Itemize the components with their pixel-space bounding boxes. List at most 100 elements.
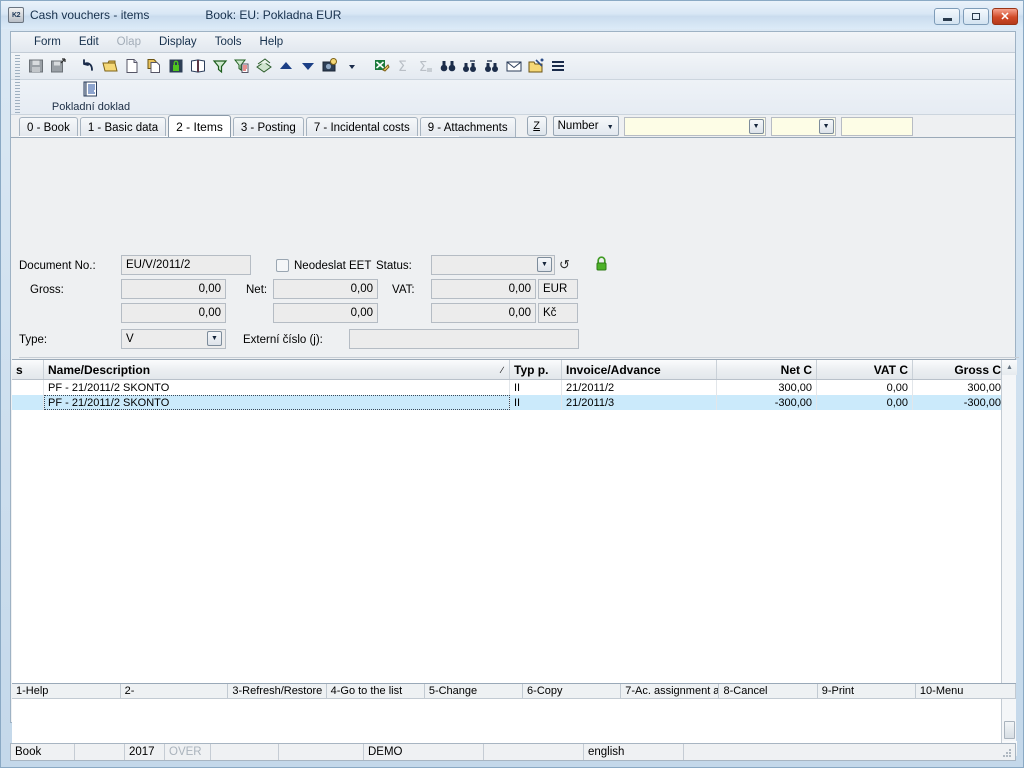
search-dropdown-button[interactable]: ▼ <box>748 119 764 134</box>
tab-incidental-costs[interactable]: 7 - Incidental costs <box>305 117 418 137</box>
tab-posting[interactable]: 3 - Posting <box>232 117 304 137</box>
excel-export-icon[interactable] <box>371 56 392 77</box>
column-header-gross-c[interactable]: Gross C <box>913 360 1006 379</box>
type-dropdown-button[interactable]: ▼ <box>207 331 222 346</box>
new-document-icon[interactable] <box>121 56 142 77</box>
function-key-bar: 1-Help 2- 3-Refresh/Restore 4-Go to the … <box>12 683 1017 699</box>
vat-label: VAT: <box>392 284 415 296</box>
chevron-up-icon: ▲ <box>1006 364 1013 371</box>
filter-document-icon[interactable] <box>231 56 252 77</box>
mode-select[interactable]: Number ▼ <box>552 116 619 136</box>
eet-checkbox[interactable] <box>276 259 289 272</box>
vat-currency-field[interactable]: 0,00 <box>431 279 536 299</box>
document-lines-icon <box>83 81 100 101</box>
table-row[interactable]: PF - 21/2011/2 SKONTO II 21/2011/2 300,0… <box>12 380 1016 395</box>
menu-item-form[interactable]: Form <box>25 34 70 50</box>
tab-items[interactable]: 2 - Items <box>168 115 231 137</box>
menu-item-tools[interactable]: Tools <box>206 34 251 50</box>
resize-grip[interactable] <box>1002 748 1012 758</box>
open-folder-icon[interactable] <box>99 56 120 77</box>
filter-dropdown-button[interactable]: ▼ <box>818 119 834 134</box>
menu-item-edit[interactable]: Edit <box>70 34 108 50</box>
gross-currency-field[interactable]: 0,00 <box>121 279 226 299</box>
fkey-1-help[interactable]: 1-Help <box>12 684 121 698</box>
column-header-s[interactable]: s <box>12 360 44 379</box>
tab-book[interactable]: 0 - Book <box>19 117 78 137</box>
column-header-invoice-advance[interactable]: Invoice/Advance <box>562 360 717 379</box>
arrow-up-icon[interactable] <box>275 56 296 77</box>
search-input[interactable]: ▼ <box>623 117 766 136</box>
binoculars-next-icon[interactable] <box>459 56 480 77</box>
maximize-button[interactable] <box>963 8 989 25</box>
maximize-icon <box>972 13 980 20</box>
cell-vat-c: 0,00 <box>817 380 913 395</box>
external-no-field[interactable] <box>349 329 579 349</box>
local-code-field[interactable]: Kč <box>538 303 578 323</box>
menu-item-help[interactable]: Help <box>251 34 293 50</box>
vat-local-field[interactable]: 0,00 <box>431 303 536 323</box>
filter-icon[interactable] <box>209 56 230 77</box>
binoculars-prev-icon[interactable] <box>481 56 502 77</box>
menu-item-display[interactable]: Display <box>150 34 206 50</box>
scroll-up-button[interactable]: ▲ <box>1002 360 1017 375</box>
fkey-8-cancel[interactable]: 8-Cancel <box>719 684 818 698</box>
extra-input[interactable] <box>840 117 913 136</box>
minimize-button[interactable] <box>934 8 960 25</box>
pokladni-doklad-button[interactable]: Pokladní doklad <box>25 80 157 113</box>
book-icon[interactable] <box>187 56 208 77</box>
mail-icon[interactable] <box>503 56 524 77</box>
save-icon[interactable] <box>25 56 46 77</box>
cell-net-c: -300,00 <box>717 395 817 410</box>
close-button[interactable]: ✕ <box>992 8 1018 25</box>
copy-document-icon[interactable] <box>143 56 164 77</box>
status-language: english <box>584 744 684 760</box>
filter-input[interactable]: ▼ <box>770 117 836 136</box>
eet-checkbox-label: Neodeslat EET <box>294 260 372 272</box>
external-no-label: Externí číslo (j): <box>243 334 323 346</box>
history-icon[interactable]: ↺ <box>559 257 570 273</box>
column-header-vat-c[interactable]: VAT C <box>817 360 913 379</box>
cell-gross-c: -300,00 <box>913 395 1006 410</box>
dropdown-arrow-icon[interactable] <box>341 56 362 77</box>
currency-code-field[interactable]: EUR <box>538 279 578 299</box>
fkey-9-print[interactable]: 9-Print <box>818 684 916 698</box>
secondary-toolbar: Pokladní doklad <box>11 80 1015 115</box>
net-local-field[interactable]: 0,00 <box>273 303 378 323</box>
document-no-field[interactable]: EU/V/2011/2 <box>121 255 251 275</box>
binoculars-icon[interactable] <box>437 56 458 77</box>
sum-clear-icon: Σ <box>415 56 436 77</box>
tab-attachments[interactable]: 9 - Attachments <box>419 117 516 137</box>
k2-app-icon: K2 <box>8 7 24 23</box>
tab-basic-data[interactable]: 1 - Basic data <box>79 117 167 137</box>
column-header-net-c[interactable]: Net C <box>717 360 817 379</box>
title-bar: K2 Cash vouchers - items Book: EU: Pokla… <box>1 1 1023 29</box>
fkey-10-menu[interactable]: 10-Menu <box>916 684 1017 698</box>
gross-local-field[interactable]: 0,00 <box>121 303 226 323</box>
fkey-6-copy[interactable]: 6-Copy <box>523 684 622 698</box>
lock-icon[interactable] <box>165 56 186 77</box>
net-label: Net: <box>246 284 268 296</box>
fkey-7-ac-assignment[interactable]: 7-Ac. assignment an <box>621 684 720 698</box>
column-header-name-description[interactable]: Name/Description ∕ <box>44 360 510 379</box>
fkey-5-change[interactable]: 5-Change <box>425 684 524 698</box>
fkey-3-refresh-restore[interactable]: 3-Refresh/Restore <box>228 684 327 698</box>
table-row[interactable]: PF - 21/2011/2 SKONTO II 21/2011/3 -300,… <box>12 395 1016 410</box>
undo-icon[interactable] <box>77 56 98 77</box>
cell-gross-c: 300,00 <box>913 380 1006 395</box>
column-header-typ-p[interactable]: Typ p. <box>510 360 562 379</box>
scrollbar-thumb[interactable] <box>1004 721 1015 739</box>
z-button[interactable]: Z <box>526 116 547 136</box>
fkey-4-go-to-the-list[interactable]: 4-Go to the list <box>327 684 425 698</box>
save-as-icon[interactable] <box>47 56 68 77</box>
camera-settings-icon[interactable] <box>319 56 340 77</box>
print-stack-icon[interactable] <box>253 56 274 77</box>
net-currency-field[interactable]: 0,00 <box>273 279 378 299</box>
arrow-down-icon[interactable] <box>297 56 318 77</box>
edit-folder-icon[interactable] <box>525 56 546 77</box>
document-no-label: Document No.: <box>19 260 96 272</box>
fkey-2[interactable]: 2- <box>121 684 229 698</box>
grid-empty-area[interactable] <box>12 410 1016 755</box>
status-dropdown-button[interactable]: ▼ <box>537 257 552 272</box>
cell-invoice-advance: 21/2011/3 <box>562 395 717 410</box>
menu-lines-icon[interactable] <box>547 56 568 77</box>
